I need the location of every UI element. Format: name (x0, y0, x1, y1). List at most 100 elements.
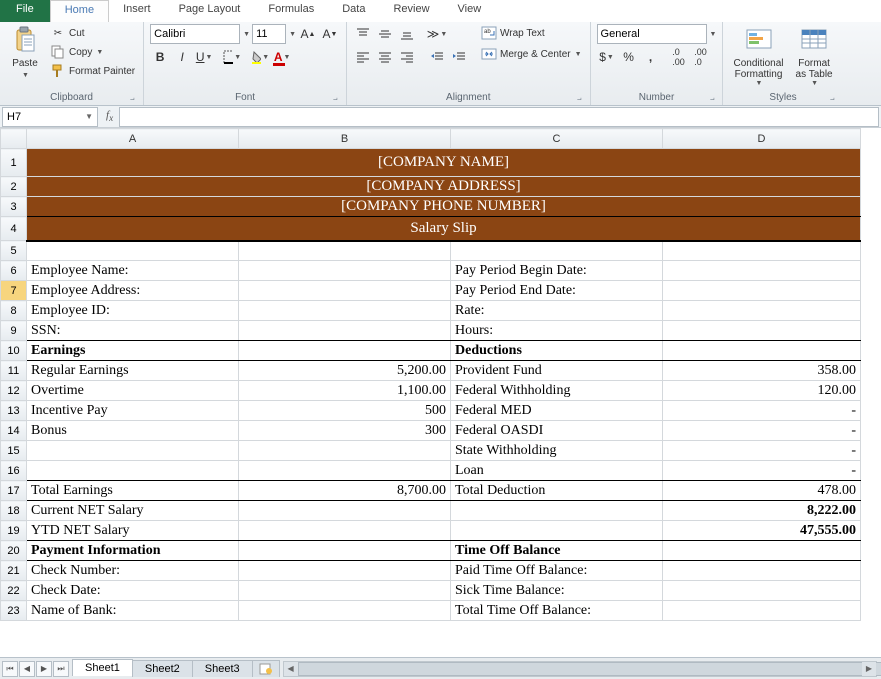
merge-center-button[interactable]: Merge & Center ▼ (479, 45, 584, 63)
cell[interactable]: 47,555.00 (663, 521, 860, 540)
wrap-text-button[interactable]: abWrap Text (479, 24, 584, 42)
row-header[interactable]: 1 (1, 149, 27, 177)
col-header-B[interactable]: B (239, 129, 451, 149)
cell[interactable]: Federal Withholding (451, 381, 662, 400)
row-header[interactable]: 4 (1, 217, 27, 241)
sheet-nav-prev[interactable]: ◀ (19, 661, 35, 677)
underline-button[interactable]: U▼ (194, 47, 214, 67)
row-header[interactable]: 18 (1, 501, 27, 521)
cell[interactable]: Deductions (451, 341, 662, 360)
row-header[interactable]: 22 (1, 581, 27, 601)
cell[interactable]: 5,200.00 (239, 361, 450, 380)
cell[interactable]: Name of Bank: (27, 601, 238, 620)
increase-decimal-button[interactable]: .0.00 (669, 47, 689, 67)
tab-formulas[interactable]: Formulas (254, 0, 328, 22)
cell[interactable]: Rate: (451, 301, 662, 320)
align-bottom-button[interactable] (397, 24, 417, 44)
tab-data[interactable]: Data (328, 0, 379, 22)
bold-button[interactable]: B (150, 47, 170, 67)
row-header[interactable]: 11 (1, 361, 27, 381)
col-header-A[interactable]: A (27, 129, 239, 149)
cell[interactable]: Pay Period Begin Date: (451, 261, 662, 280)
cell[interactable]: Incentive Pay (27, 401, 238, 420)
cell[interactable]: 120.00 (663, 381, 860, 400)
cell[interactable]: - (663, 401, 860, 420)
cell[interactable]: Check Number: (27, 561, 238, 580)
row-header[interactable]: 21 (1, 561, 27, 581)
grow-font-button[interactable]: A▲ (298, 24, 318, 44)
cell[interactable]: Federal MED (451, 401, 662, 420)
cell[interactable]: Current NET Salary (27, 501, 238, 520)
cell[interactable]: 1,100.00 (239, 381, 450, 400)
col-header-D[interactable]: D (663, 129, 861, 149)
cell[interactable]: Salary Slip (27, 217, 860, 240)
font-name-combo[interactable] (150, 24, 240, 44)
name-box[interactable]: H7▼ (2, 107, 98, 127)
orientation-button[interactable]: ≫▼ (427, 24, 447, 44)
row-header[interactable]: 15 (1, 441, 27, 461)
row-header[interactable]: 23 (1, 601, 27, 621)
copy-button[interactable]: Copy ▼ (48, 43, 137, 61)
row-header[interactable]: 9 (1, 321, 27, 341)
tab-review[interactable]: Review (379, 0, 443, 22)
sheet-tab-2[interactable]: Sheet2 (132, 660, 193, 677)
row-header[interactable]: 6 (1, 261, 27, 281)
increase-indent-button[interactable] (449, 47, 469, 67)
cell[interactable]: 8,222.00 (663, 501, 860, 520)
tab-file[interactable]: File (0, 0, 50, 22)
new-sheet-button[interactable] (252, 660, 280, 677)
horizontal-scrollbar[interactable]: ◀ ▶ (283, 661, 877, 677)
cell[interactable]: Time Off Balance (451, 541, 662, 560)
cell[interactable]: State Withholding (451, 441, 662, 460)
cell[interactable]: Bonus (27, 421, 238, 440)
align-left-button[interactable] (353, 47, 373, 67)
cell[interactable]: Total Deduction (451, 481, 662, 500)
italic-button[interactable]: I (172, 47, 192, 67)
cell[interactable]: - (663, 421, 860, 440)
cell[interactable]: Provident Fund (451, 361, 662, 380)
cell[interactable]: 300 (239, 421, 450, 440)
align-top-button[interactable] (353, 24, 373, 44)
cell[interactable]: Earnings (27, 341, 238, 360)
scroll-right-button[interactable]: ▶ (862, 662, 876, 676)
cell[interactable]: [COMPANY PHONE NUMBER] (27, 197, 860, 216)
cell[interactable]: 478.00 (663, 481, 860, 500)
cell[interactable]: Federal OASDI (451, 421, 662, 440)
cell[interactable]: Loan (451, 461, 662, 480)
sheet-tab-3[interactable]: Sheet3 (192, 660, 253, 677)
decrease-decimal-button[interactable]: .00.0 (691, 47, 711, 67)
border-button[interactable]: ▼ (222, 47, 242, 67)
accounting-format-button[interactable]: $▼ (597, 47, 617, 67)
tab-view[interactable]: View (444, 0, 496, 22)
row-header[interactable]: 2 (1, 177, 27, 197)
cell[interactable]: Check Date: (27, 581, 238, 600)
paste-button[interactable]: Paste▼ (6, 24, 44, 82)
fx-icon[interactable]: fx (100, 109, 119, 123)
row-header[interactable]: 8 (1, 301, 27, 321)
select-all-corner[interactable] (1, 129, 27, 149)
tab-insert[interactable]: Insert (109, 0, 165, 22)
conditional-formatting-button[interactable]: Conditional Formatting▼ (729, 24, 787, 89)
row-header[interactable]: 20 (1, 541, 27, 561)
align-center-button[interactable] (375, 47, 395, 67)
scroll-left-button[interactable]: ◀ (284, 662, 298, 676)
percent-button[interactable]: % (619, 47, 639, 67)
cell[interactable]: Hours: (451, 321, 662, 340)
row-header[interactable]: 12 (1, 381, 27, 401)
align-middle-button[interactable] (375, 24, 395, 44)
cell[interactable]: Employee Address: (27, 281, 238, 300)
font-size-combo[interactable] (252, 24, 286, 44)
cell[interactable]: Overtime (27, 381, 238, 400)
row-header[interactable]: 7 (1, 281, 27, 301)
font-color-button[interactable]: A▼ (272, 47, 292, 67)
cell[interactable]: Total Earnings (27, 481, 238, 500)
cell[interactable]: Payment Information (27, 541, 238, 560)
tab-home[interactable]: Home (50, 0, 109, 22)
cell[interactable]: Regular Earnings (27, 361, 238, 380)
format-painter-button[interactable]: Format Painter (48, 62, 137, 80)
cell[interactable]: 8,700.00 (239, 481, 450, 500)
cell[interactable]: Pay Period End Date: (451, 281, 662, 300)
cut-button[interactable]: ✂Cut (48, 24, 137, 42)
cell[interactable]: [COMPANY NAME] (27, 149, 860, 176)
format-as-table-button[interactable]: Format as Table▼ (792, 24, 837, 89)
